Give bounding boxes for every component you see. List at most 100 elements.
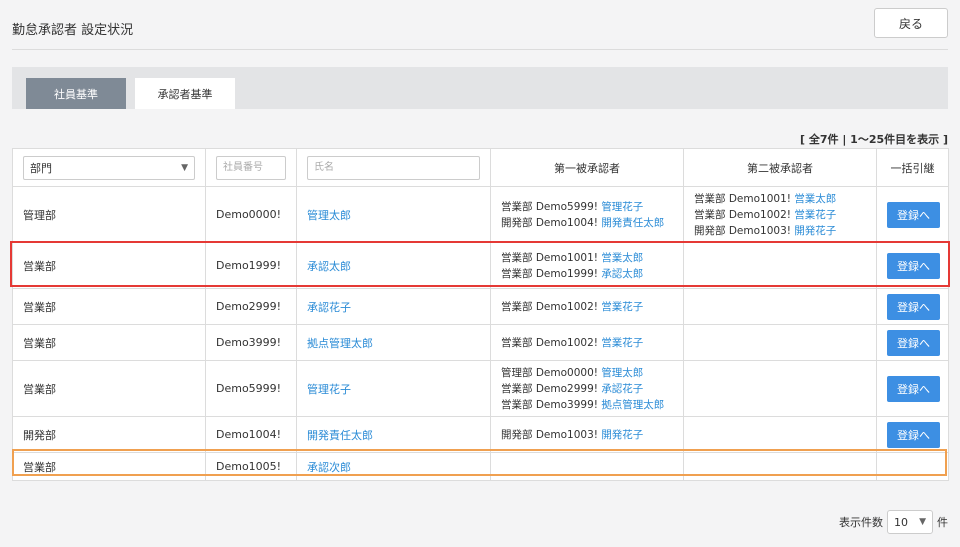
approver-name-link[interactable]: 営業太郎 [601,252,643,264]
department-cell: 営業部 [12,288,206,325]
employee-name-link[interactable]: 承認花子 [307,301,351,314]
register-button[interactable]: 登録へ [887,293,940,320]
second-approver-cell [683,452,877,481]
table-row: 営業部 Demo5999! 管理花子 管理部 Demo0000! 管理太郎 営業部 De… [12,360,949,417]
department-cell: 開発部 [12,416,206,453]
department-filter-select[interactable]: 部門 ▼ [23,155,195,180]
employee-name-cell: 承認花子 [296,288,491,325]
table-row: 管理部 Demo0000! 管理太郎 営業部 Demo5999! 管理花子 開発部 De… [12,186,949,243]
approver-entry: 開発部 Demo1004! 開発責任太郎 [501,215,673,231]
employee-name-link[interactable]: 管理太郎 [307,209,351,222]
employee-name-cell: 管理花子 [296,360,491,417]
approver-entry: 営業部 Demo1002! 営業花子 [694,207,866,223]
bulk-transfer-cell [876,452,949,481]
page-size-unit: 件 [937,516,948,529]
department-cell: 営業部 [12,360,206,417]
first-approver-cell: 営業部 Demo1002! 営業花子 [490,288,684,325]
department-filter-value: 部門 [30,161,52,175]
approver-entry: 営業部 Demo2999! 承認花子 [501,381,673,397]
approver-prefix: 営業部 Demo1999! [501,267,602,280]
table-row: 営業部 Demo3999! 拠点管理太郎 営業部 Demo1002! 営業花子 登録へ [12,324,949,361]
department-cell: 営業部 [12,324,206,361]
page-size-select[interactable]: 10 ▼ [887,510,933,534]
approver-name-link[interactable]: 開発花子 [794,225,836,237]
employee-name-cell: 開発責任太郎 [296,416,491,453]
approver-entry: 営業部 Demo1002! 営業花子 [501,335,673,351]
tab-employee-basis[interactable]: 社員基準 [26,78,126,109]
approver-prefix: 営業部 Demo3999! [501,398,602,411]
page-header: 勤怠承認者 設定状況 戻る [0,0,960,60]
approver-name-link[interactable]: 営業花子 [794,209,836,221]
column-header-first-approver: 第一被承認者 [490,148,684,187]
second-approver-cell: 営業部 Demo1001! 営業太郎 営業部 Demo1002! 営業花子 開発部 … [683,186,877,243]
bulk-transfer-cell: 登録へ [876,416,949,453]
employee-name-link[interactable]: 開発責任太郎 [307,429,373,442]
approver-name-link[interactable]: 営業太郎 [794,193,836,205]
approver-prefix: 営業部 Demo5999! [501,200,602,213]
table-row: 営業部 Demo1999! 承認太郎 営業部 Demo1001! 営業太郎 営業部 De… [12,242,949,289]
approver-prefix: 開発部 Demo1004! [501,216,602,229]
employee-no-cell: Demo1004! [205,416,297,453]
tab-approver-basis[interactable]: 承認者基準 [135,78,235,109]
department-cell: 営業部 [12,452,206,481]
page-size-value: 10 [894,515,908,529]
second-approver-cell [683,360,877,417]
bulk-transfer-cell: 登録へ [876,324,949,361]
table-row: 開発部 Demo1004! 開発責任太郎 開発部 Demo1003! 開発花子 登録へ [12,416,949,453]
employee-no-cell: Demo5999! [205,360,297,417]
employee-no-cell: Demo0000! [205,186,297,243]
bulk-transfer-cell: 登録へ [876,186,949,243]
page-size-control: 表示件数 10 ▼ 件 [839,510,948,534]
approver-entry: 営業部 Demo5999! 管理花子 [501,199,673,215]
approver-name-link[interactable]: 開発責任太郎 [601,217,664,229]
register-button[interactable]: 登録へ [887,421,940,448]
register-button[interactable]: 登録へ [887,201,940,228]
approver-prefix: 開発部 Demo1003! [501,428,602,441]
name-filter-input[interactable] [307,155,480,180]
approver-entry: 営業部 Demo3999! 拠点管理太郎 [501,397,673,413]
bulk-transfer-cell: 登録へ [876,288,949,325]
column-header-second-approver: 第二被承認者 [683,148,877,187]
approver-name-link[interactable]: 管理花子 [601,201,643,213]
bulk-transfer-cell: 登録へ [876,242,949,289]
second-approver-cell [683,416,877,453]
name-filter-cell [296,148,491,187]
chevron-down-icon: ▼ [181,162,188,173]
employee-name-cell: 拠点管理太郎 [296,324,491,361]
register-button[interactable]: 登録へ [887,329,940,356]
employee-name-link[interactable]: 承認次郎 [307,461,351,474]
employee-name-link[interactable]: 管理花子 [307,383,351,396]
department-cell: 営業部 [12,242,206,289]
bulk-transfer-cell: 登録へ [876,360,949,417]
department-cell: 管理部 [12,186,206,243]
employee-name-link[interactable]: 拠点管理太郎 [307,337,373,350]
approver-prefix: 開発部 Demo1003! [694,224,795,237]
approver-prefix: 管理部 Demo0000! [501,366,602,379]
first-approver-cell [490,452,684,481]
approver-name-link[interactable]: 管理太郎 [601,367,643,379]
approver-name-link[interactable]: 開発花子 [601,429,643,441]
employee-no-cell: Demo3999! [205,324,297,361]
employee-no-filter-input[interactable] [216,155,286,180]
approver-name-link[interactable]: 営業花子 [601,301,643,313]
approver-entry: 営業部 Demo1001! 営業太郎 [501,250,673,266]
approver-table: 部門 ▼ 第一被承認者 第二被承認者 一括引継 管理部Demo0000! 管理太郎… [12,148,949,481]
approver-entry: 開発部 Demo1003! 開発花子 [694,223,866,239]
approver-name-link[interactable]: 承認太郎 [601,268,643,280]
approver-prefix: 営業部 Demo1002! [501,336,602,349]
approver-entry: 管理部 Demo0000! 管理太郎 [501,365,673,381]
employee-name-link[interactable]: 承認太郎 [307,260,351,273]
back-button[interactable]: 戻る [874,8,948,38]
approver-name-link[interactable]: 営業花子 [601,337,643,349]
approver-prefix: 営業部 Demo1002! [501,300,602,313]
approver-name-link[interactable]: 承認花子 [601,383,643,395]
tab-bar: 社員基準 承認者基準 [12,67,948,109]
approver-entry: 営業部 Demo1001! 営業太郎 [694,191,866,207]
approver-prefix: 営業部 Demo1001! [501,251,602,264]
chevron-down-icon: ▼ [919,517,926,527]
register-button[interactable]: 登録へ [887,252,940,279]
approver-entry: 営業部 Demo1002! 営業花子 [501,299,673,315]
first-approver-cell: 営業部 Demo5999! 管理花子 開発部 Demo1004! 開発責任太郎 [490,186,684,243]
register-button[interactable]: 登録へ [887,375,940,402]
approver-name-link[interactable]: 拠点管理太郎 [601,399,664,411]
